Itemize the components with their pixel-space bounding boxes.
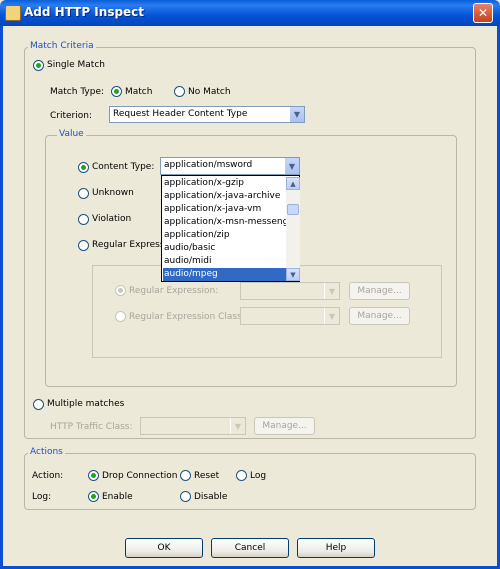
http-traffic-manage-button[interactable]: Manage... (254, 417, 315, 435)
dropdown-scrollbar[interactable]: ▲ ▼ (286, 177, 300, 281)
log-row-label: Log: (32, 492, 52, 502)
action-label: Action: (32, 471, 64, 481)
unknown-label: Unknown (92, 188, 134, 198)
dropdown-option[interactable]: application/zip (163, 229, 287, 242)
regex-class-select[interactable]: ▼ (240, 307, 340, 325)
multiple-matches-label: Multiple matches (47, 399, 125, 409)
match-type-label: Match Type: (50, 87, 105, 97)
match-radio-label: Match (125, 87, 153, 97)
scroll-up-icon[interactable]: ▲ (286, 177, 300, 190)
dropdown-option[interactable]: audio/midi (163, 255, 287, 268)
scroll-down-icon[interactable]: ▼ (286, 268, 300, 281)
chevron-down-icon[interactable]: ▼ (324, 283, 339, 299)
content-type-dropdown-list[interactable]: application/x-gzip application/x-java-ar… (161, 175, 300, 282)
http-traffic-class-select[interactable]: ▼ (140, 417, 246, 435)
log-label: Log (250, 471, 267, 481)
no-match-radio-label: No Match (188, 87, 231, 97)
drop-connection-label: Drop Connection (102, 471, 178, 481)
dropdown-option[interactable]: audio/basic (163, 242, 287, 255)
chevron-down-icon[interactable]: ▼ (284, 158, 299, 174)
violation-radio[interactable] (78, 214, 89, 225)
regex-manage-button[interactable]: Manage... (349, 282, 410, 300)
regex-class-label: Regular Expression Class: (129, 312, 245, 322)
chevron-down-icon[interactable]: ▼ (230, 418, 245, 434)
cancel-button[interactable]: Cancel (211, 538, 289, 558)
chevron-down-icon[interactable]: ▼ (289, 107, 304, 122)
content-type-select-value: application/msword (164, 160, 253, 170)
content-type-radio[interactable] (78, 162, 89, 173)
reset-radio[interactable] (180, 470, 191, 481)
multiple-matches-radio[interactable] (33, 399, 44, 410)
log-enable-radio[interactable] (88, 491, 99, 502)
dropdown-option[interactable]: application/x-java-vm (163, 203, 287, 216)
title-bar[interactable]: Add HTTP Inspect ✕ (0, 0, 500, 26)
help-button[interactable]: Help (297, 538, 375, 558)
regex-class-manage-button[interactable]: Manage... (349, 307, 410, 325)
log-enable-label: Enable (102, 492, 133, 502)
regex-class-radio[interactable] (115, 311, 126, 322)
scrollbar-thumb[interactable] (287, 204, 299, 215)
dropdown-option-selected[interactable]: audio/mpeg (163, 268, 287, 281)
content-type-select[interactable]: application/msword ▼ (160, 157, 300, 175)
regex-sub-radio[interactable] (115, 285, 126, 296)
app-icon (5, 5, 21, 21)
regex-radio[interactable] (78, 240, 89, 251)
match-radio[interactable] (111, 86, 122, 97)
no-match-radio[interactable] (174, 86, 185, 97)
dropdown-option[interactable]: application/x-java-archive (163, 190, 287, 203)
content-type-label: Content Type: (92, 162, 155, 172)
violation-label: Violation (92, 214, 132, 224)
single-match-radio[interactable] (33, 60, 44, 71)
regex-sub-label: Regular Expression: (129, 286, 219, 296)
ok-button[interactable]: OK (125, 538, 203, 558)
criterion-select[interactable]: Request Header Content Type ▼ (109, 106, 305, 123)
chevron-down-icon[interactable]: ▼ (324, 308, 339, 324)
window-title: Add HTTP Inspect (24, 5, 145, 19)
regex-select[interactable]: ▼ (240, 282, 340, 300)
reset-label: Reset (194, 471, 220, 481)
http-traffic-class-label: HTTP Traffic Class: (50, 422, 133, 432)
close-button[interactable]: ✕ (473, 3, 493, 23)
dropdown-option[interactable]: application/x-gzip (163, 177, 287, 190)
value-legend: Value (57, 129, 86, 139)
single-match-label: Single Match (47, 60, 105, 70)
window-frame-left (0, 26, 3, 569)
dropdown-option[interactable]: application/x-msn-messenger (163, 216, 298, 229)
criterion-label: Criterion: (50, 111, 92, 121)
drop-connection-radio[interactable] (88, 470, 99, 481)
unknown-radio[interactable] (78, 188, 89, 199)
close-icon: ✕ (477, 6, 489, 20)
actions-legend: Actions (28, 447, 65, 457)
match-criteria-legend: Match Criteria (28, 41, 96, 51)
log-disable-label: Disable (194, 492, 228, 502)
criterion-select-value: Request Header Content Type (113, 109, 248, 119)
log-disable-radio[interactable] (180, 491, 191, 502)
log-radio[interactable] (236, 470, 247, 481)
